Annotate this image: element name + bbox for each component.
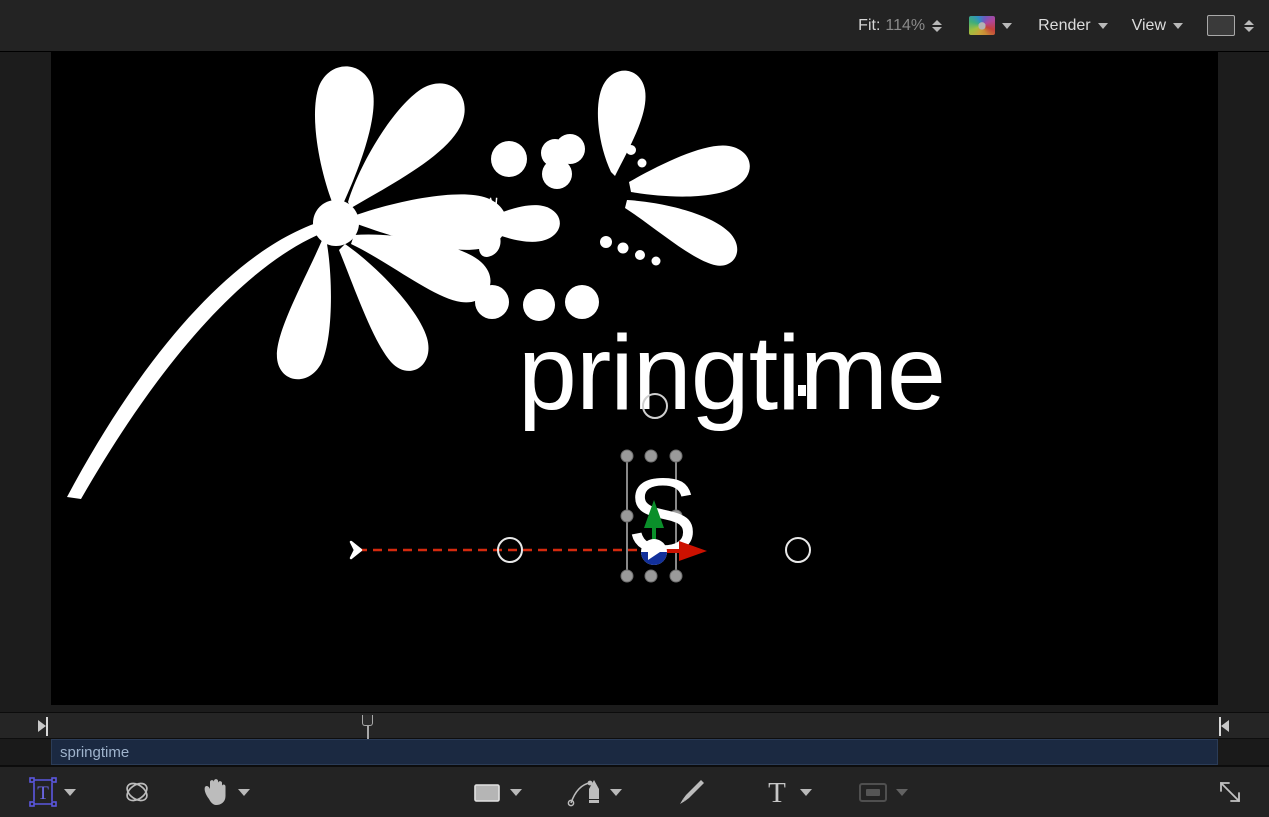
stepper-up-icon — [932, 20, 942, 25]
playhead-stem — [367, 725, 369, 740]
pen-icon — [566, 775, 604, 809]
fit-label: Fit: — [858, 17, 880, 35]
render-chevron-down-icon — [1098, 23, 1108, 29]
chevron-down-icon — [896, 789, 908, 796]
shape-tool[interactable] — [470, 775, 504, 809]
chevron-down-icon — [510, 789, 522, 796]
fit-control[interactable]: Fit: 114% — [858, 17, 943, 35]
selection-transform-gizmo[interactable]: S — [51, 52, 1218, 705]
canvas-area: pringtime — [0, 52, 1269, 712]
transform-text-tool-chevron[interactable] — [64, 789, 76, 796]
background-rect-icon[interactable] — [1207, 15, 1235, 36]
text-transform-icon: T — [26, 775, 60, 809]
transform-text-tool[interactable]: T — [26, 775, 60, 809]
text-tool[interactable]: T — [760, 775, 794, 809]
out-point-marker[interactable] — [1219, 716, 1229, 736]
timeline-track: springtime — [0, 739, 1269, 766]
in-point-bar — [46, 717, 48, 736]
timeline-ruler[interactable] — [0, 712, 1269, 739]
mask-icon — [856, 775, 890, 809]
mask-tool-chevron[interactable] — [896, 789, 908, 796]
pan-tool-chevron[interactable] — [238, 789, 250, 796]
fit-value: 114% — [885, 17, 925, 35]
viewer-canvas[interactable]: pringtime — [51, 52, 1218, 705]
chevron-down-icon — [610, 789, 622, 796]
render-menu-label: Render — [1038, 17, 1090, 35]
out-point-bar — [1219, 717, 1221, 736]
fit-stepper-icon[interactable] — [930, 20, 943, 32]
bezier-pen-tool-chevron[interactable] — [610, 789, 622, 796]
timeline-clip-springtime[interactable]: springtime — [51, 739, 1218, 765]
stepper-down-icon — [1244, 27, 1254, 32]
background-control[interactable] — [1207, 15, 1255, 36]
mask-tool[interactable] — [856, 775, 890, 809]
anchor-point-icon[interactable] — [641, 539, 667, 565]
paintbrush-icon — [674, 775, 708, 809]
stepper-up-icon — [1244, 20, 1254, 25]
fullscreen-toggle[interactable] — [1215, 777, 1245, 807]
svg-text:T: T — [37, 783, 49, 804]
view-menu-label: View — [1132, 17, 1166, 35]
clip-label: springtime — [60, 744, 129, 761]
in-point-marker[interactable] — [38, 716, 48, 736]
stepper-down-icon — [932, 27, 942, 32]
color-swatch-control[interactable] — [969, 16, 1012, 35]
orbit-icon — [120, 775, 154, 809]
background-stepper-icon[interactable] — [1242, 20, 1255, 32]
chevron-down-icon — [800, 789, 812, 796]
color-wheel-icon[interactable] — [969, 16, 995, 35]
playhead-marker[interactable] — [362, 715, 373, 739]
top-toolbar: Fit: 114% Render View — [0, 0, 1269, 52]
chevron-down-icon — [238, 789, 250, 796]
text-t-icon: T — [760, 775, 794, 809]
in-point-triangle-icon — [38, 720, 46, 732]
text-tool-chevron[interactable] — [800, 789, 812, 796]
view-menu-button[interactable]: View — [1132, 17, 1183, 35]
out-point-triangle-icon — [1221, 720, 1229, 732]
rectangle-icon — [470, 775, 504, 809]
color-chevron-down-icon[interactable] — [1002, 23, 1012, 29]
3d-transform-tool[interactable] — [120, 775, 154, 809]
chevron-down-icon — [64, 789, 76, 796]
shape-tool-chevron[interactable] — [510, 789, 522, 796]
svg-text:T: T — [768, 777, 786, 809]
hand-icon — [198, 775, 232, 809]
pan-tool[interactable] — [198, 775, 232, 809]
paint-brush-tool[interactable] — [674, 775, 708, 809]
render-menu-button[interactable]: Render — [1038, 17, 1107, 35]
bottom-toolbar: T — [0, 766, 1269, 817]
motion-canvas-window: Fit: 114% Render View — [0, 0, 1269, 817]
bezier-pen-tool[interactable] — [566, 775, 604, 809]
view-chevron-down-icon — [1173, 23, 1183, 29]
diagonal-resize-icon — [1215, 777, 1245, 807]
